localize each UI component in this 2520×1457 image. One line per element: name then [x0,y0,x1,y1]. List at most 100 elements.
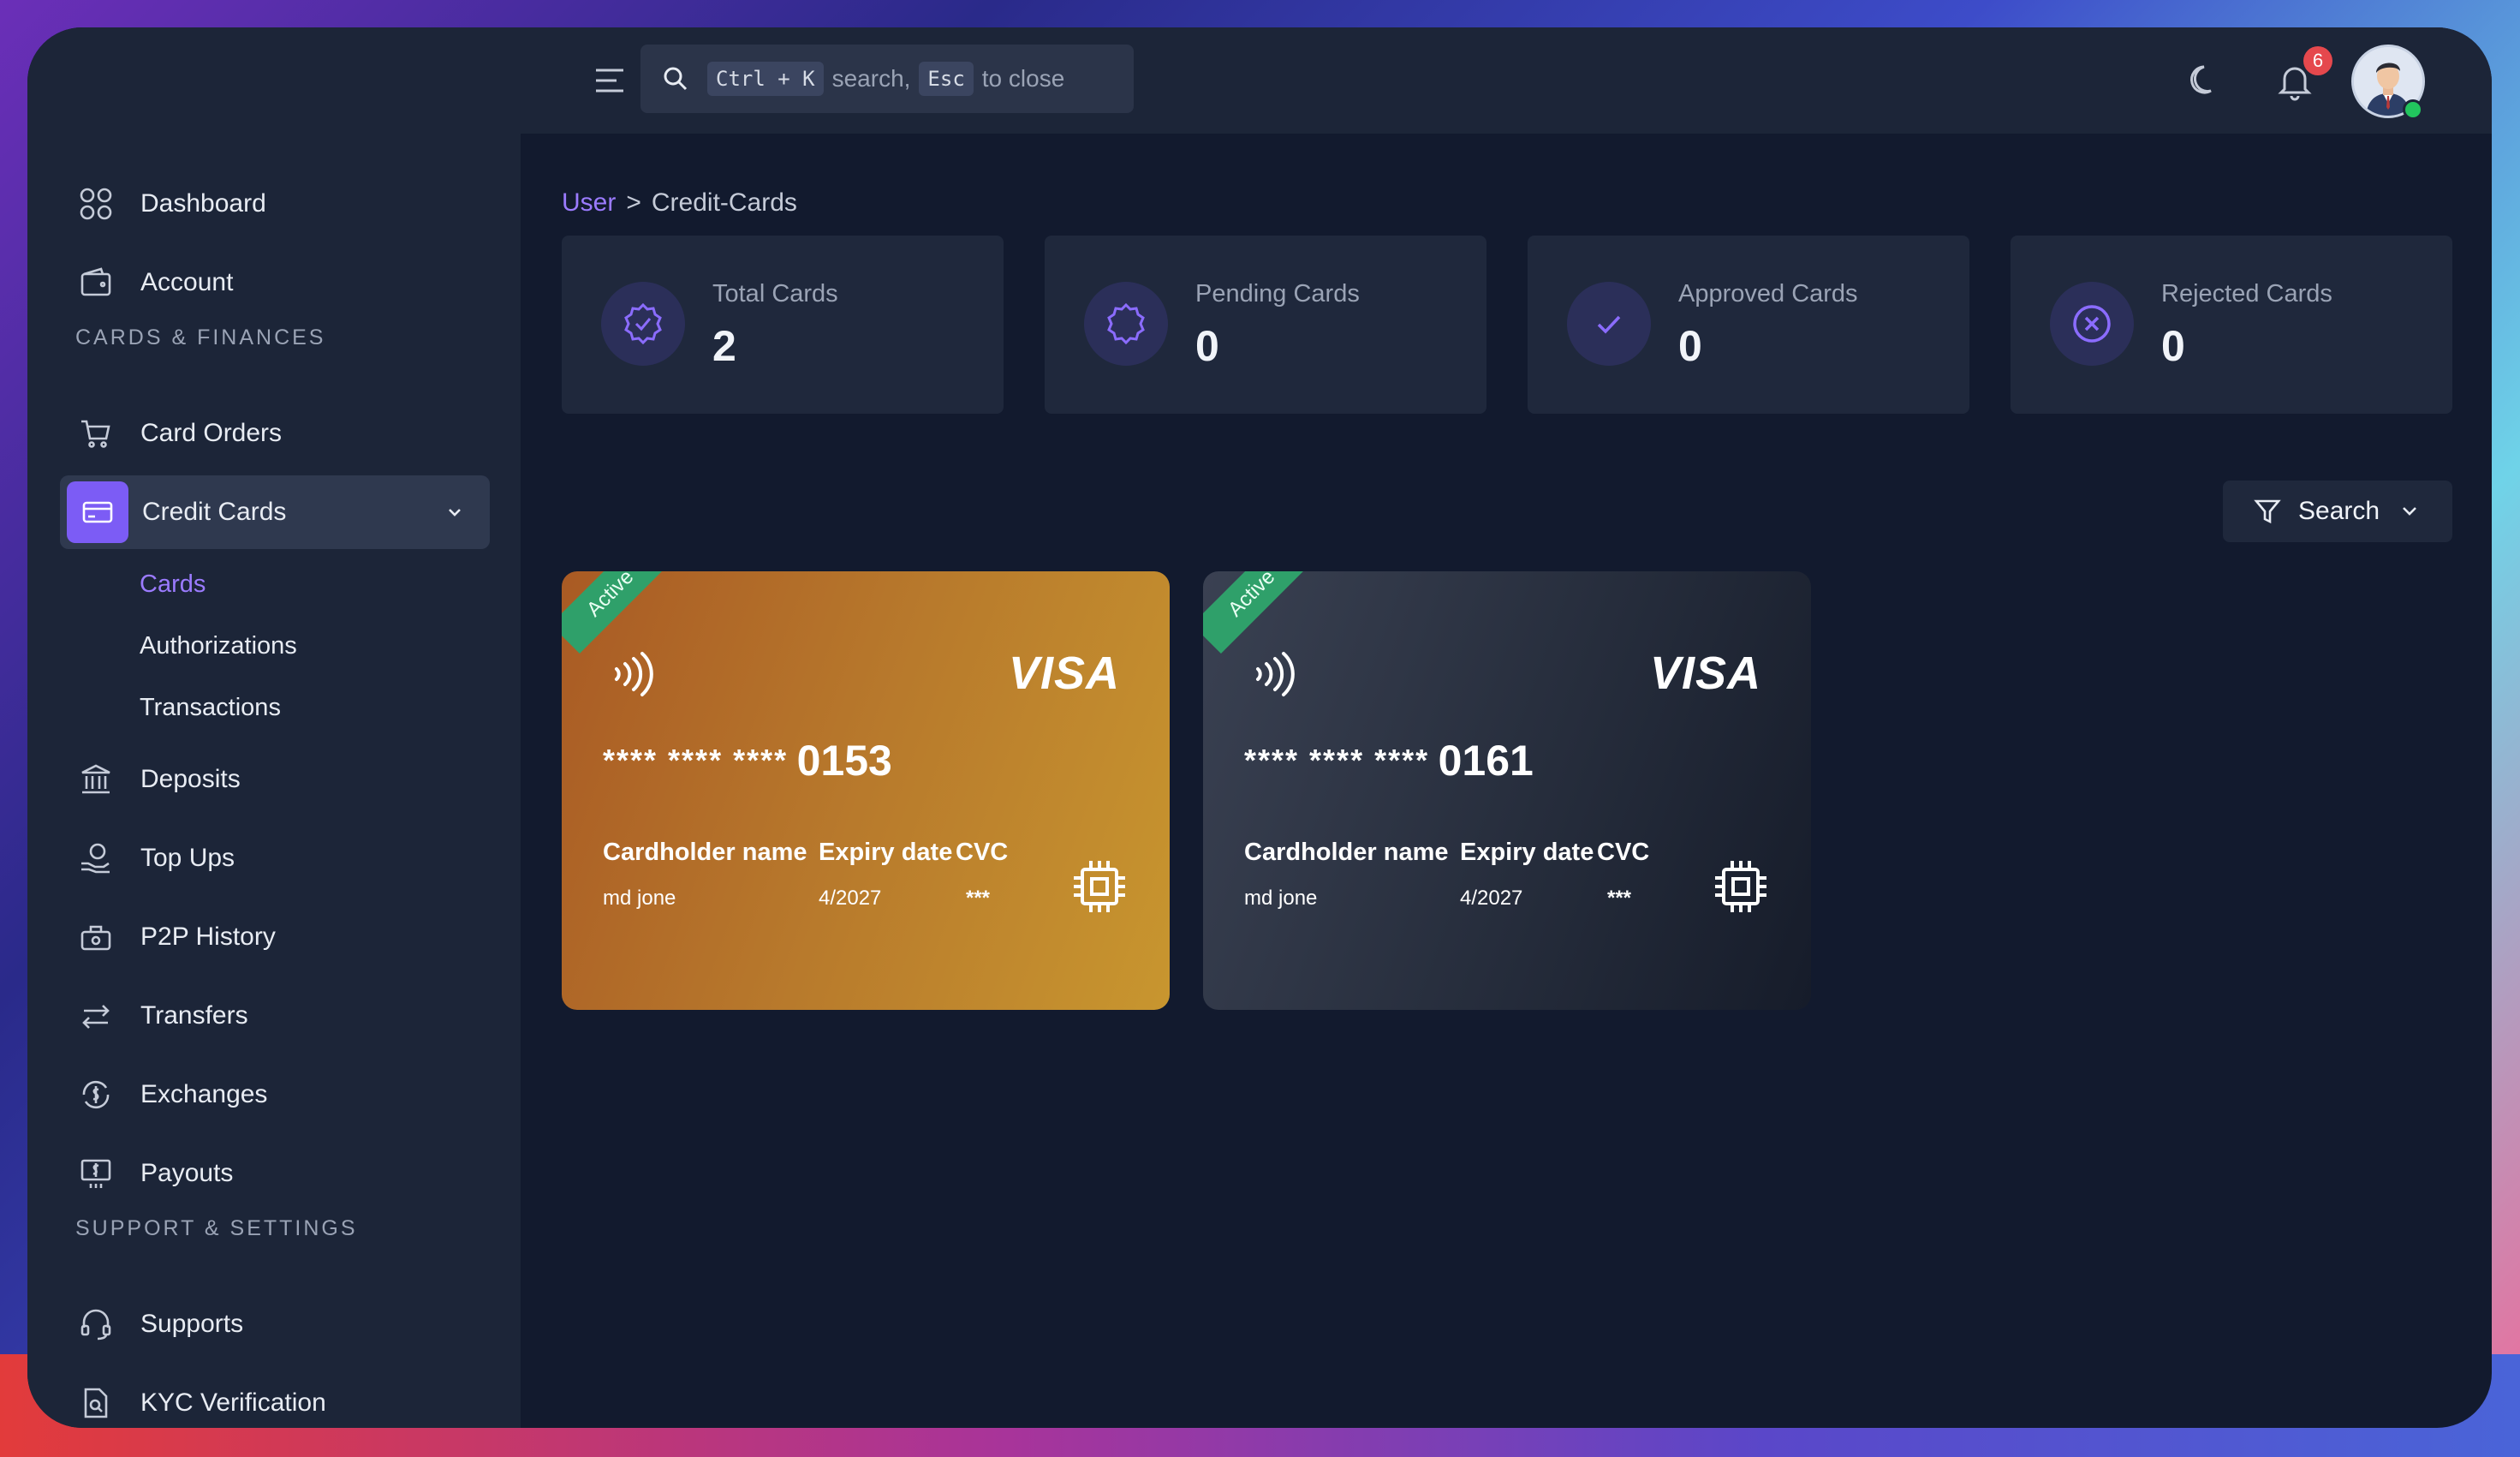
stat-card-rejected: Rejected Cards 0 [2011,236,2452,414]
payout-icon [77,1155,115,1192]
badge-check-icon [601,282,685,366]
visa-logo: VISA [1649,648,1761,699]
sidebar-item-payouts[interactable]: Payouts [60,1137,490,1210]
filter-icon [2254,498,2281,525]
contactless-icon [1248,647,1302,702]
shortcut-key: Esc [919,62,974,96]
moon-icon[interactable] [2185,62,2223,99]
cvc-value: *** [966,887,991,910]
credit-card-icon [67,481,128,543]
sidebar-item-transfers[interactable]: Transfers [60,979,490,1053]
cardholder-label: Cardholder name [603,839,807,866]
sidebar: Dashboard Account CARDS & FINANCES Card … [27,27,521,1428]
cart-icon [77,415,115,452]
sidebar-item-label: P2P History [140,923,276,951]
credit-card-0153[interactable]: Active VISA **** **** **** 0153 Cardhold… [562,571,1170,1010]
breadcrumb-current: Credit-Cards [651,188,797,217]
expiry-value: 4/2027 [1460,887,1523,910]
sidebar-item-kyc-verification[interactable]: KYC Verification [60,1366,490,1428]
search-icon [661,64,690,93]
sidebar-subitem-cards[interactable]: Cards [140,570,206,599]
shortcut-key: Ctrl + K [707,62,824,96]
breadcrumb-link-user[interactable]: User [562,188,616,217]
chevron-down-icon [2398,500,2421,522]
chip-icon [1710,856,1772,917]
card-number: **** **** **** 0153 [603,737,892,785]
p2p-icon [77,918,115,956]
transfer-arrows-icon [77,997,115,1035]
search-hint: to close [981,65,1065,92]
section-label-cards-finances: CARDS & FINANCES [75,325,326,349]
status-badge: Active [1203,571,1313,654]
stat-card-pending: Pending Cards 0 [1045,236,1486,414]
credit-card-0161[interactable]: Active VISA **** **** **** 0161 Cardhold… [1203,571,1811,1010]
stat-value: 0 [1195,322,1219,370]
search-filter-button[interactable]: Search [2223,481,2452,542]
filter-label: Search [2298,497,2380,525]
online-status-dot [2403,99,2423,120]
x-circle-icon [2050,282,2134,366]
chip-icon [1069,856,1130,917]
sidebar-item-card-orders[interactable]: Card Orders [60,397,490,470]
stat-value: 0 [1678,322,1702,370]
expiry-label: Expiry date [1460,839,1594,866]
chevron-down-icon[interactable] [444,501,466,523]
sidebar-item-dashboard[interactable]: Dashboard [60,167,490,241]
stat-label: Total Cards [712,280,838,308]
sidebar-item-label: Credit Cards [142,498,287,526]
sidebar-item-label: KYC Verification [140,1388,326,1417]
sidebar-item-label: Top Ups [140,844,235,872]
cvc-value: *** [1607,887,1632,910]
sidebar-item-label: Exchanges [140,1080,268,1108]
wallet-icon [77,264,115,302]
expiry-label: Expiry date [819,839,953,866]
sidebar-item-credit-cards[interactable]: Credit Cards [60,475,490,549]
search-hint: search, [831,65,911,92]
sidebar-item-label: Supports [140,1310,244,1338]
topbar: Ctrl + K search, Esc to close 6 [521,27,2492,134]
search-input[interactable]: Ctrl + K search, Esc to close [640,45,1134,113]
stat-label: Approved Cards [1678,280,1858,308]
sidebar-item-deposits[interactable]: Deposits [60,743,490,816]
check-icon [1567,282,1651,366]
cvc-label: CVC [956,839,1009,866]
dashboard-icon [77,185,115,223]
badge-icon [1084,282,1168,366]
contactless-icon [606,647,661,702]
headset-icon [77,1305,115,1343]
section-label-support-settings: SUPPORT & SETTINGS [75,1216,358,1240]
sidebar-item-label: Account [140,268,234,296]
stat-card-total: Total Cards 2 [562,236,1004,414]
bank-icon [77,761,115,798]
exchange-icon [77,1076,115,1114]
visa-logo: VISA [1008,648,1120,699]
stat-card-approved: Approved Cards 0 [1528,236,1969,414]
sidebar-subitem-transactions[interactable]: Transactions [140,694,281,722]
sidebar-item-supports[interactable]: Supports [60,1287,490,1361]
cardholder-value: md jone [1244,887,1318,910]
sidebar-item-label: Transfers [140,1001,248,1030]
stat-value: 2 [712,322,736,370]
sidebar-item-label: Deposits [140,765,241,793]
cvc-label: CVC [1597,839,1650,866]
sidebar-item-label: Card Orders [140,419,283,447]
sidebar-item-p2p-history[interactable]: P2P History [60,900,490,974]
status-badge: Active [562,571,671,654]
sidebar-subitem-authorizations[interactable]: Authorizations [140,632,297,660]
sidebar-item-top-ups[interactable]: Top Ups [60,821,490,895]
sidebar-item-exchanges[interactable]: Exchanges [60,1058,490,1132]
stat-label: Rejected Cards [2161,280,2332,308]
app-window: Dashboard Account CARDS & FINANCES Card … [27,27,2492,1428]
expiry-value: 4/2027 [819,887,882,910]
notification-badge: 6 [2303,46,2332,75]
sidebar-item-label: Dashboard [140,189,266,218]
breadcrumb-separator: > [626,188,641,217]
stat-label: Pending Cards [1195,280,1360,308]
sidebar-item-account[interactable]: Account [60,246,490,319]
cardholder-value: md jone [603,887,676,910]
sidebar-item-label: Payouts [140,1159,234,1187]
stat-value: 0 [2161,322,2185,370]
menu-toggle-icon[interactable] [593,63,627,98]
breadcrumb: User > Credit-Cards [562,188,797,218]
money-hand-icon [77,839,115,877]
